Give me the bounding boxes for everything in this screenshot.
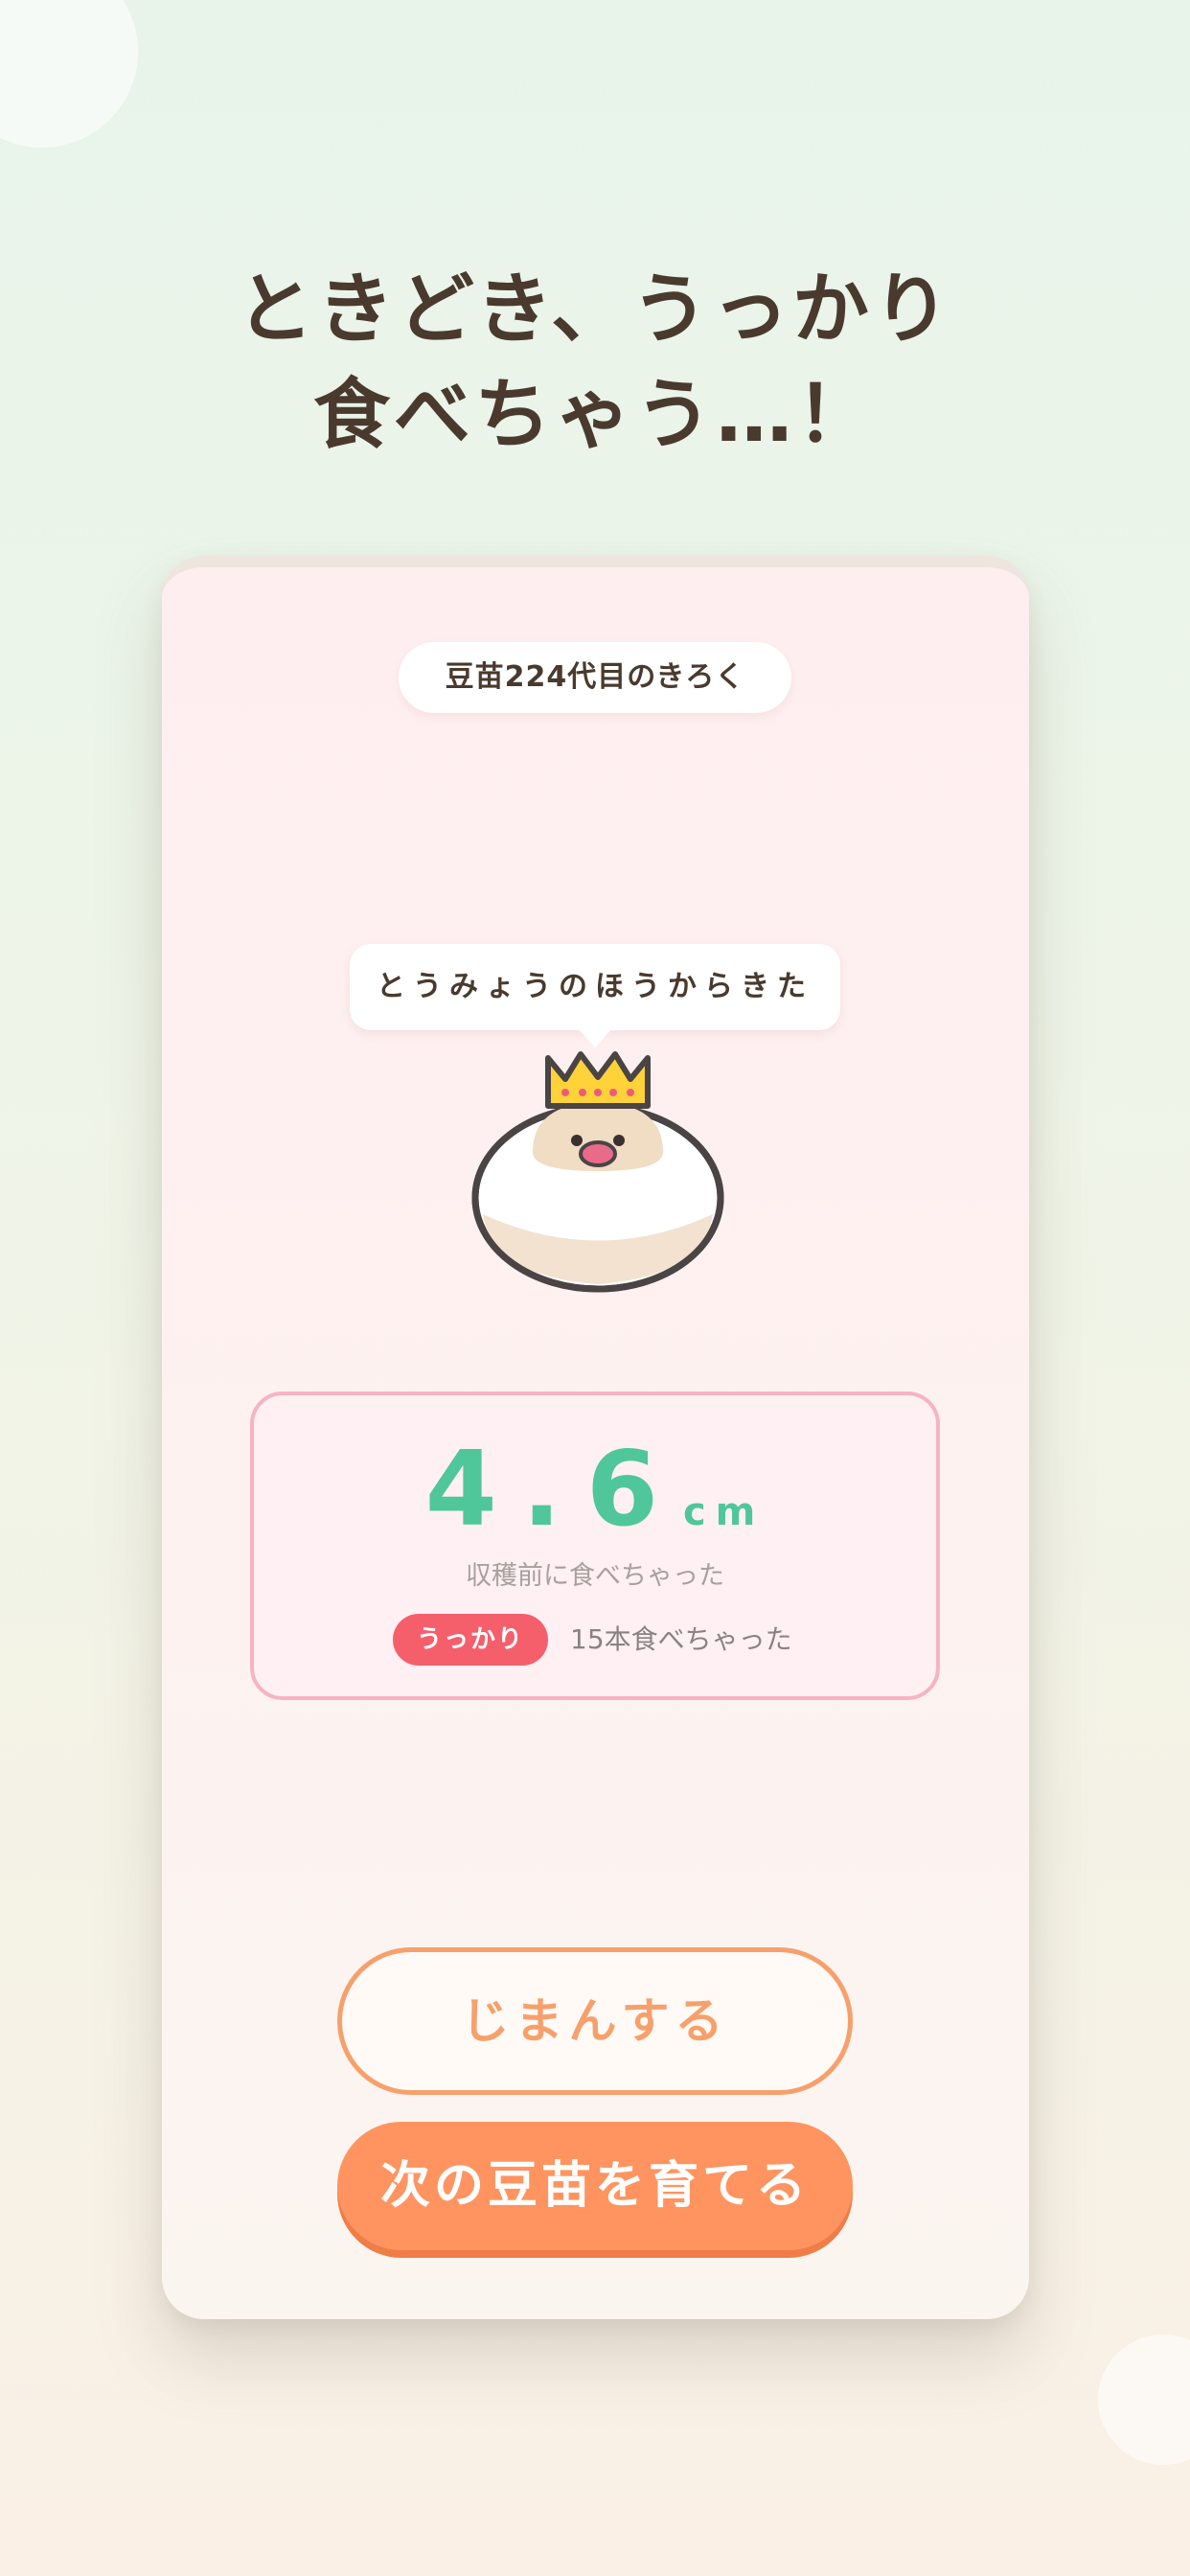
headline-line-1: ときどき、うっかり xyxy=(237,264,953,354)
length-caption: 収穫前に食べちゃった xyxy=(466,1561,724,1591)
decor-circle-top-left xyxy=(0,0,138,148)
grow-next-button[interactable]: 次の豆苗を育てる xyxy=(337,2122,853,2250)
length-value: 4.6 xyxy=(424,1430,683,1550)
record-box: 4.6cm 収穫前に食べちゃった うっかり 15本食べちゃった xyxy=(250,1392,940,1700)
bird-with-crown-icon xyxy=(471,1051,724,1293)
status-badge: うっかり xyxy=(393,1614,548,1666)
speech-bubble: とうみょうのほうからきた xyxy=(350,944,840,1030)
decor-circle-bottom-right xyxy=(1098,2334,1190,2465)
result-card: 豆苗224代目のきろく とうみょうのほうからきた 4.6cm 収穫前に食べちゃっ… xyxy=(162,556,1029,2319)
length-unit: cm xyxy=(682,1490,766,1534)
brag-button[interactable]: じまんする xyxy=(337,1947,853,2095)
generation-label: 豆苗224代目のきろく xyxy=(399,642,791,713)
headline-line-2: 食べちゃう…！ xyxy=(313,370,877,459)
eaten-count: 15本食べちゃった xyxy=(570,1623,792,1655)
length-display: 4.6cm xyxy=(254,1430,936,1550)
